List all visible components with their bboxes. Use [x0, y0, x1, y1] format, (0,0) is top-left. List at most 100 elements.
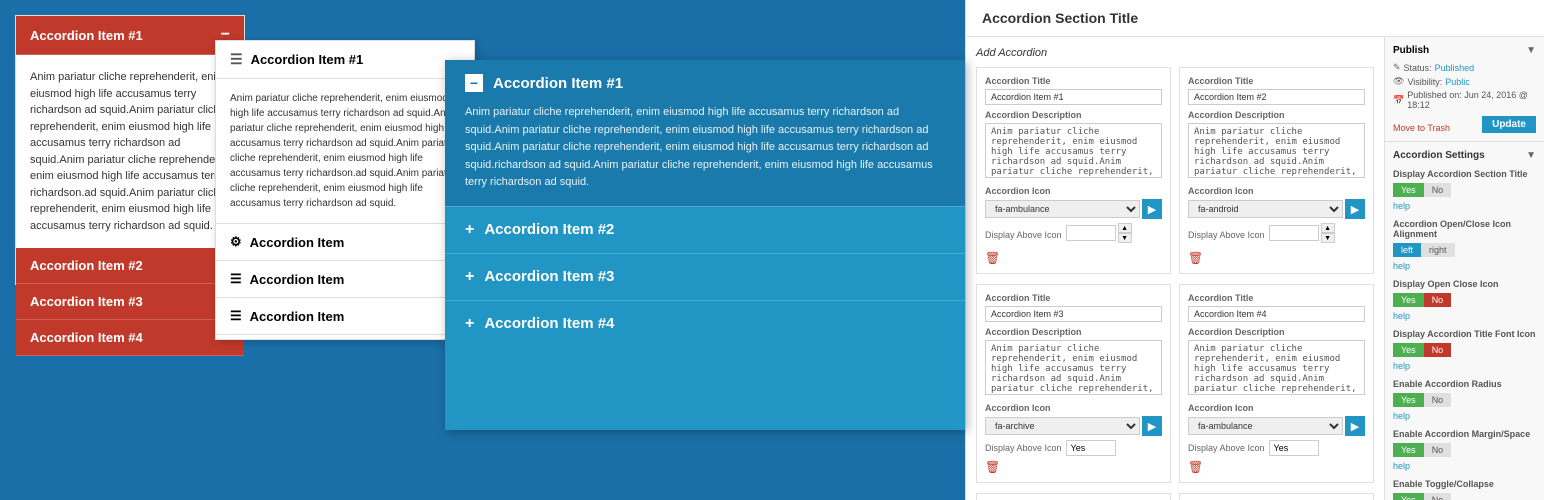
calendar-icon: 📅	[1393, 95, 1404, 106]
no-btn-6[interactable]: No	[1424, 493, 1452, 500]
field-label-icon-3: Accordion Icon	[985, 403, 1162, 413]
delete-btn-3[interactable]: 🗑	[985, 460, 1000, 474]
help-link-2[interactable]: help	[1393, 311, 1536, 321]
accordion-desc-input-4[interactable]: Anim pariatur cliche reprehenderit, enim…	[1188, 340, 1365, 395]
accordion-icon-select-1[interactable]: fa-ambulance	[985, 200, 1140, 218]
white-accordion-content-1: Anim pariatur cliche reprehenderit, enim…	[216, 79, 474, 224]
accordion-icon-btn-2[interactable]: ▶	[1345, 199, 1365, 219]
yes-btn-0[interactable]: Yes	[1393, 183, 1424, 197]
blue-accordion-item-4[interactable]: + Accordion Item #4	[445, 300, 965, 347]
accordion-desc-input-2[interactable]: Anim pariatur cliche reprehenderit, enim…	[1188, 123, 1365, 178]
blue-accordion-item-2[interactable]: + Accordion Item #2	[445, 206, 965, 253]
help-link-3[interactable]: help	[1393, 361, 1536, 371]
accordion-col-6: Accordion Title Accordion Description	[1179, 493, 1374, 500]
accordion-title-input-1[interactable]	[985, 89, 1162, 105]
white-accordion-item-4[interactable]: ☰ Accordion Item	[216, 298, 474, 335]
accordion-icon-select-3[interactable]: fa-archive	[985, 417, 1140, 435]
white-accordion-item-1[interactable]: ☰ Accordion Item #1	[216, 41, 474, 79]
red-accordion-item-3[interactable]: Accordion Item #3	[16, 284, 244, 320]
accordion-icon-btn-1[interactable]: ▶	[1142, 199, 1162, 219]
publish-dropdown-arrow: ▼	[1526, 45, 1536, 56]
right-btn[interactable]: right	[1421, 243, 1455, 257]
yes-btn-5[interactable]: Yes	[1393, 443, 1424, 457]
no-btn-5[interactable]: No	[1424, 443, 1452, 457]
accordion-icon-btn-3[interactable]: ▶	[1142, 416, 1162, 436]
spinner-input-4[interactable]	[1269, 440, 1319, 456]
publish-actions: Move to Trash Update	[1393, 116, 1536, 133]
field-label-title-4: Accordion Title	[1188, 293, 1365, 303]
white-accordion-item-2[interactable]: ⚙ Accordion Item	[216, 224, 474, 261]
spinner-down-2[interactable]: ▼	[1321, 233, 1335, 243]
accordion-desc-input-3[interactable]: Anim pariatur cliche reprehenderit, enim…	[985, 340, 1162, 395]
setting-toggle-4: Yes No	[1393, 393, 1536, 407]
spinner-up-2[interactable]: ▲	[1321, 223, 1335, 233]
white-accordion-title-3: Accordion Item	[250, 272, 345, 287]
display-above-label-4: Display Above Icon	[1188, 443, 1265, 453]
admin-panel: Accordion Section Title Add Accordion Ac…	[965, 0, 1544, 500]
delete-btn-1[interactable]: 🗑	[985, 251, 1000, 265]
pencil-icon: ✎	[1393, 62, 1401, 73]
field-label-icon-2: Accordion Icon	[1188, 186, 1365, 196]
admin-content: Add Accordion Accordion Title Accordion …	[966, 37, 1544, 500]
spinner-input-1[interactable]	[1066, 225, 1116, 241]
white-accordion-icon-2: ⚙	[230, 234, 242, 250]
settings-title[interactable]: Accordion Settings ▼	[1393, 150, 1536, 161]
setting-label-2: Display Open Close Icon	[1393, 279, 1536, 289]
no-btn-4[interactable]: No	[1424, 393, 1452, 407]
accordion-icon-select-4[interactable]: fa-ambulance	[1188, 417, 1343, 435]
white-accordion-panel: ☰ Accordion Item #1 Anim pariatur cliche…	[215, 40, 475, 340]
help-link-4[interactable]: help	[1393, 411, 1536, 421]
publish-status-row: ✎ Status: Published	[1393, 62, 1536, 73]
accordion-title-input-4[interactable]	[1188, 306, 1365, 322]
admin-main: Accordion Section Title Add Accordion Ac…	[965, 0, 1544, 500]
help-link-1[interactable]: help	[1393, 261, 1536, 271]
move-to-trash[interactable]: Move to Trash	[1393, 123, 1450, 133]
no-btn-0[interactable]: No	[1424, 183, 1452, 197]
visibility-value[interactable]: Public	[1445, 77, 1470, 87]
blue-accordion-header-1[interactable]: − Accordion Item #1	[465, 74, 945, 92]
spinner-input-2[interactable]	[1269, 225, 1319, 241]
select-row-1: fa-ambulance ▶	[985, 199, 1162, 219]
red-accordion-item-1[interactable]: Accordion Item #1 −	[16, 16, 244, 55]
spinner-up-1[interactable]: ▲	[1118, 223, 1132, 233]
left-btn[interactable]: left	[1393, 243, 1421, 257]
publish-dropdown[interactable]: Publish ▼	[1393, 45, 1536, 56]
yes-btn-3[interactable]: Yes	[1393, 343, 1424, 357]
accordion-icon-btn-4[interactable]: ▶	[1345, 416, 1365, 436]
yes-btn-6[interactable]: Yes	[1393, 493, 1424, 500]
no-btn-3[interactable]: No	[1424, 343, 1452, 357]
accordion-icon-select-2[interactable]: fa-android	[1188, 200, 1343, 218]
status-label: Status:	[1404, 63, 1432, 73]
update-button[interactable]: Update	[1482, 116, 1536, 133]
blue-accordion-title-1: Accordion Item #1	[493, 75, 623, 92]
accordion-title-input-3[interactable]	[985, 306, 1162, 322]
delete-btn-4[interactable]: 🗑	[1188, 460, 1203, 474]
blue-accordion-panel: − Accordion Item #1 Anim pariatur cliche…	[445, 60, 965, 430]
spinner-2: ▲ ▼	[1269, 223, 1335, 243]
status-value[interactable]: Published	[1435, 63, 1475, 73]
accordion-title-input-2[interactable]	[1188, 89, 1365, 105]
delete-btn-2[interactable]: 🗑	[1188, 251, 1203, 265]
blue-plus-icon-2: +	[465, 221, 474, 239]
yes-btn-2[interactable]: Yes	[1393, 293, 1424, 307]
setting-label-4: Enable Accordion Radius	[1393, 379, 1536, 389]
spinner-input-3[interactable]	[1066, 440, 1116, 456]
blue-plus-icon-4: +	[465, 315, 474, 333]
yes-btn-4[interactable]: Yes	[1393, 393, 1424, 407]
accordion-row-1: Accordion Title Accordion Description An…	[976, 67, 1374, 274]
white-accordion-item-3[interactable]: ☰ Accordion Item	[216, 261, 474, 298]
red-accordion-item-4[interactable]: Accordion Item #4	[16, 320, 244, 356]
red-accordion-item-2[interactable]: Accordion Item #2	[16, 248, 244, 284]
accordion-desc-input-1[interactable]: Anim pariatur cliche reprehenderit, enim…	[985, 123, 1162, 178]
blue-accordion-item-3[interactable]: + Accordion Item #3	[445, 253, 965, 300]
blue-accordion-open-section: − Accordion Item #1 Anim pariatur cliche…	[445, 60, 965, 206]
spinner-down-1[interactable]: ▼	[1118, 233, 1132, 243]
help-link-5[interactable]: help	[1393, 461, 1536, 471]
accordion-row-3: Accordion Title Accordion Description Ac…	[976, 493, 1374, 500]
no-btn-2[interactable]: No	[1424, 293, 1452, 307]
field-label-icon-4: Accordion Icon	[1188, 403, 1365, 413]
display-above-row-4: Display Above Icon	[1188, 440, 1365, 456]
add-accordion-label[interactable]: Add Accordion	[976, 47, 1374, 59]
field-label-title-3: Accordion Title	[985, 293, 1162, 303]
help-link-0[interactable]: help	[1393, 201, 1536, 211]
